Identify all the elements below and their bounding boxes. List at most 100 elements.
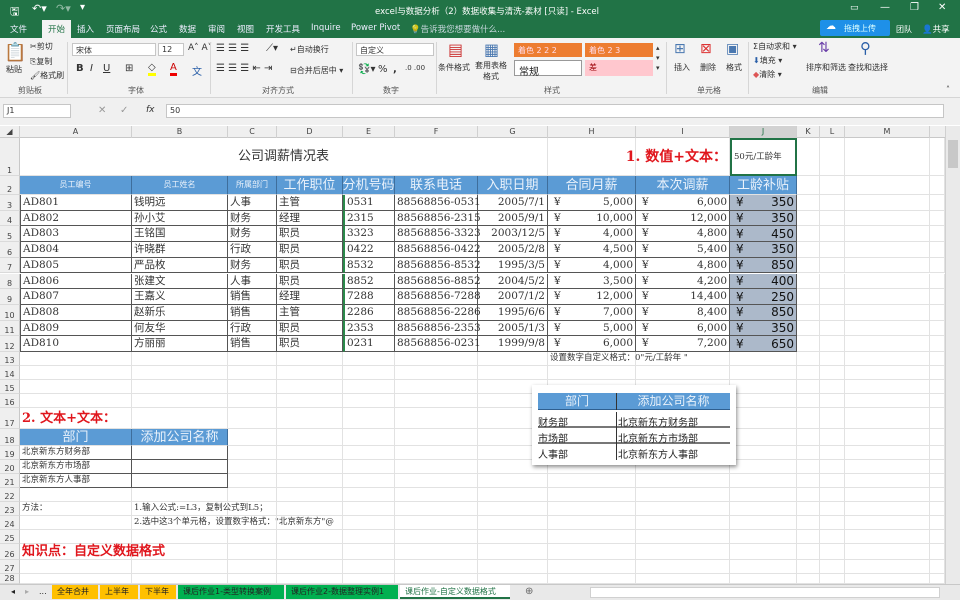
column-header-K[interactable]: K	[797, 126, 820, 138]
cell-H23[interactable]	[548, 502, 636, 516]
cell-L21[interactable]	[820, 474, 845, 488]
cell-L1[interactable]	[820, 138, 845, 176]
cell-H12[interactable]: 6,000 ¥	[548, 336, 636, 352]
cell-L12[interactable]	[820, 336, 845, 352]
fill-button[interactable]: ⬇填充 ▾	[753, 55, 782, 66]
italic-button[interactable]: I	[90, 63, 93, 74]
border-icon[interactable]: ⊞	[125, 63, 133, 74]
format-cells-button[interactable]: 格式	[726, 62, 742, 73]
cell-B25[interactable]	[132, 530, 228, 544]
cell-A8[interactable]: AD806	[20, 273, 132, 290]
cell-I4[interactable]: 12,000 ¥	[636, 210, 730, 227]
cell-J2[interactable]: 工龄补贴	[730, 176, 797, 195]
cell-N11[interactable]	[930, 320, 945, 337]
cell-J12[interactable]: 650 ¥	[730, 336, 797, 352]
cell-B16[interactable]	[132, 394, 228, 408]
cell-M5[interactable]	[845, 226, 930, 243]
cell-G21[interactable]	[478, 474, 548, 488]
cell-F2[interactable]: 联系电话	[395, 176, 478, 195]
cell-G4[interactable]: 2005/9/1	[478, 210, 548, 227]
vertical-scrollbar[interactable]	[945, 126, 960, 584]
cell-H11[interactable]: 5,000 ¥	[548, 320, 636, 337]
cell-N26[interactable]	[930, 544, 945, 560]
cell-J26[interactable]	[730, 544, 797, 560]
cell-I27[interactable]	[636, 560, 730, 574]
cell-H25[interactable]	[548, 530, 636, 544]
row-header-2[interactable]: 2	[0, 176, 20, 195]
cell-E9[interactable]: 7288	[343, 289, 395, 305]
row-header-17[interactable]: 17	[0, 408, 20, 429]
cell-F22[interactable]	[395, 488, 478, 502]
cell-F8[interactable]: 88568856-8852	[395, 273, 481, 290]
cell-J9[interactable]: 250 ¥	[730, 289, 797, 305]
cell-K27[interactable]	[797, 560, 820, 574]
cell-J22[interactable]	[730, 488, 797, 502]
row-header-8[interactable]: 8	[0, 273, 20, 290]
tab-view[interactable]: 视图	[237, 23, 254, 35]
cell-J7[interactable]: 850 ¥	[730, 257, 797, 274]
cell-H26[interactable]	[548, 544, 636, 560]
cell-M24[interactable]	[845, 516, 930, 530]
cell-J23[interactable]	[730, 502, 797, 516]
column-header-L[interactable]: L	[820, 126, 845, 138]
scroll-thumb[interactable]	[948, 140, 958, 168]
style-bad[interactable]: 差	[585, 60, 653, 76]
cell-G13[interactable]	[478, 352, 548, 366]
user-name[interactable]: 团队	[896, 24, 912, 35]
cell-D10[interactable]: 主管	[277, 304, 343, 321]
cell-A7[interactable]: AD805	[20, 257, 132, 274]
tab-power-pivot[interactable]: Power Pivot	[351, 23, 400, 33]
column-header-D[interactable]: D	[277, 126, 343, 138]
cell-C18[interactable]	[228, 429, 277, 446]
cell-K2[interactable]	[797, 176, 820, 195]
cell-H22[interactable]	[548, 488, 636, 502]
cell-A28[interactable]	[20, 574, 132, 584]
cell-K7[interactable]	[797, 257, 820, 274]
customize-qat-icon[interactable]: ▾	[80, 2, 85, 13]
sheet-tab[interactable]: 课后作业2-数据整理实例1	[286, 585, 398, 599]
cell-M22[interactable]	[845, 488, 930, 502]
cell-G12[interactable]: 1999/9/8	[478, 336, 548, 352]
cell-E22[interactable]	[343, 488, 395, 502]
cell-A20[interactable]: 北京新东方市场部	[20, 460, 132, 474]
cell-M9[interactable]	[845, 289, 930, 305]
cell-I5[interactable]: 4,800 ¥	[636, 226, 730, 243]
worksheet-grid[interactable]: 1 公司调薪情况表 1. 数值+文本： 50元/工龄年 2 员工编号 员工姓名 所属部门 工作职…	[0, 138, 945, 584]
wrap-text-button[interactable]: ↵自动换行	[290, 44, 329, 55]
cell-N20[interactable]	[930, 460, 945, 474]
cell-F6[interactable]: 88568856-0422	[395, 242, 481, 258]
cell-J11[interactable]: 350 ¥	[730, 320, 797, 337]
cell-B28[interactable]	[132, 574, 228, 584]
cell-B3[interactable]: 钱明远	[132, 195, 228, 211]
cell-M7[interactable]	[845, 257, 930, 274]
cell-J8[interactable]: 400 ¥	[730, 273, 797, 290]
cell-K26[interactable]	[797, 544, 820, 560]
cell-L27[interactable]	[820, 560, 845, 574]
sort-filter-icon[interactable]: ⇅	[818, 40, 830, 56]
cell-K4[interactable]	[797, 210, 820, 227]
cell-F11[interactable]: 88568856-2353	[395, 320, 481, 337]
cell-A22[interactable]	[20, 488, 132, 502]
cell-H4[interactable]: 10,000 ¥	[548, 210, 636, 227]
clear-button[interactable]: ◆清除 ▾	[753, 69, 782, 80]
row-header-13[interactable]: 13	[0, 352, 20, 366]
cell-M28[interactable]	[845, 574, 930, 584]
cell-L3[interactable]	[820, 195, 845, 211]
cell-F12[interactable]: 88568856-0231	[395, 336, 481, 352]
cell-K12[interactable]	[797, 336, 820, 352]
cell-H2[interactable]: 合同月薪	[548, 176, 636, 195]
cell-I14[interactable]	[636, 366, 730, 380]
cell-N21[interactable]	[930, 474, 945, 488]
cell-M3[interactable]	[845, 195, 930, 211]
cell-B12[interactable]: 方丽丽	[132, 336, 228, 352]
enter-icon[interactable]: ✓	[120, 105, 128, 116]
cell-N5[interactable]	[930, 226, 945, 243]
vertical-align-icons[interactable]: ☰ ☰ ☰	[216, 43, 249, 54]
cell-L11[interactable]	[820, 320, 845, 337]
cell-M2[interactable]	[845, 176, 930, 195]
cell-N4[interactable]	[930, 210, 945, 227]
cell-K17[interactable]	[797, 408, 820, 429]
cell-L8[interactable]	[820, 273, 845, 290]
row-header-18[interactable]: 18	[0, 429, 20, 446]
cell-M4[interactable]	[845, 210, 930, 227]
